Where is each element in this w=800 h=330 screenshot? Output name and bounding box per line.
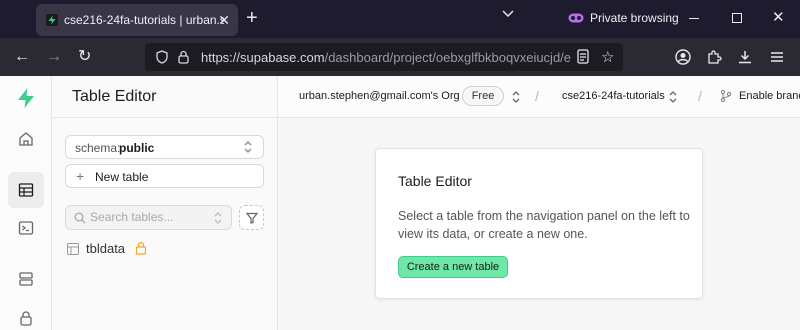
window-maximize-button[interactable] (732, 13, 742, 23)
window-minimize-button[interactable] (689, 18, 699, 19)
private-browsing-label: Private browsing (590, 11, 679, 25)
browser-tab-active[interactable]: cse216-24fa-tutorials | urban.stephen ✕ (36, 4, 238, 36)
breadcrumb-separator: / (535, 88, 539, 104)
search-options-chevron-icon[interactable] (213, 211, 223, 225)
search-tables-box[interactable] (65, 205, 232, 230)
new-tab-button[interactable]: + (246, 8, 258, 28)
supabase-logo-icon (18, 88, 34, 108)
url-path: /dashboard/project/oebxglfbkboqvxeiucjd/… (324, 50, 571, 65)
table-name: tbldata (86, 241, 126, 256)
search-tables-input[interactable] (90, 210, 200, 224)
sql-editor-icon (18, 221, 34, 235)
project-name[interactable]: cse216-24fa-tutorials (562, 90, 665, 102)
account-icon[interactable] (675, 49, 691, 65)
url-domain: https://supabase.com (201, 50, 325, 65)
card-description: Select a table from the navigation panel… (398, 209, 690, 241)
app-rail (0, 76, 52, 330)
rail-database[interactable] (8, 261, 44, 297)
url-text[interactable]: https://supabase.com/dashboard/project/o… (201, 50, 571, 65)
auth-lock-icon (20, 311, 32, 326)
schema-select-label: schema: (75, 141, 121, 155)
back-arrow-icon[interactable]: ← (14, 48, 30, 66)
schema-select-value: public (119, 141, 155, 155)
supabase-logo-button[interactable] (10, 82, 42, 114)
reader-view-icon[interactable] (577, 49, 589, 64)
table-list-item[interactable]: tbldata (65, 239, 264, 259)
create-new-table-button[interactable]: Create a new table (398, 256, 508, 278)
browser-nav-bar: ← → ↻ https://supabase.com/dashboard/pro… (0, 38, 800, 76)
reload-icon[interactable]: ↻ (78, 48, 91, 66)
plan-badge: Free (462, 86, 504, 106)
list-all-tabs-chevron-icon[interactable] (502, 10, 514, 18)
supabase-favicon-icon (46, 14, 58, 26)
project-header: urban.stephen@gmail.com's Org Free / cse… (278, 76, 800, 118)
lock-icon[interactable] (178, 50, 189, 64)
chevron-up-down-icon (244, 141, 252, 153)
main-content: Table Editor Select a table from the nav… (278, 118, 800, 330)
filter-button[interactable] (239, 205, 264, 230)
tab-title: cse216-24fa-tutorials | urban.stephen (64, 13, 224, 27)
private-browsing-indicator: Private browsing (568, 11, 679, 25)
schema-select[interactable]: schema: public (65, 135, 264, 159)
table-editor-sidebar: Table Editor schema: public + New table … (52, 76, 278, 330)
rail-auth[interactable] (8, 300, 44, 330)
tab-close-icon[interactable]: ✕ (218, 12, 230, 28)
sidebar-title: Table Editor (72, 88, 157, 105)
breadcrumb-separator-2: / (698, 88, 702, 104)
extensions-puzzle-icon[interactable] (706, 49, 722, 65)
database-icon (19, 272, 33, 286)
new-table-label: New table (95, 170, 149, 184)
tracking-shield-icon[interactable] (156, 50, 168, 64)
url-bar[interactable]: https://supabase.com/dashboard/project/o… (145, 43, 623, 71)
rls-lock-icon[interactable] (135, 241, 147, 255)
org-switcher-chevron-icon[interactable] (511, 90, 521, 104)
private-mask-icon (568, 13, 584, 23)
filter-funnel-icon (245, 212, 258, 224)
browser-tab-strip: cse216-24fa-tutorials | urban.stephen ✕ … (0, 0, 800, 38)
table-editor-icon (18, 183, 34, 197)
project-switcher-chevron-icon[interactable] (668, 90, 678, 104)
sidebar-header: Table Editor (52, 76, 278, 118)
search-icon (74, 212, 86, 224)
bookmark-star-icon[interactable]: ☆ (601, 48, 614, 66)
home-icon (19, 132, 33, 146)
git-branch-icon (720, 89, 732, 103)
new-table-button[interactable]: + New table (65, 164, 264, 188)
menu-hamburger-icon[interactable] (770, 50, 784, 64)
rail-home[interactable] (8, 121, 44, 157)
org-name[interactable]: urban.stephen@gmail.com's Org (299, 90, 460, 102)
card-title: Table Editor (398, 173, 472, 189)
table-icon (67, 243, 79, 255)
plus-icon: + (76, 168, 85, 184)
empty-state-card: Table Editor Select a table from the nav… (375, 148, 703, 299)
rail-table-editor[interactable] (8, 172, 44, 208)
window-close-button[interactable]: ✕ (772, 8, 785, 26)
forward-arrow-icon[interactable]: → (46, 48, 62, 66)
rail-sql-editor[interactable] (8, 210, 44, 246)
enable-branching-button[interactable]: Enable branching (739, 90, 800, 102)
downloads-icon[interactable] (737, 49, 753, 65)
